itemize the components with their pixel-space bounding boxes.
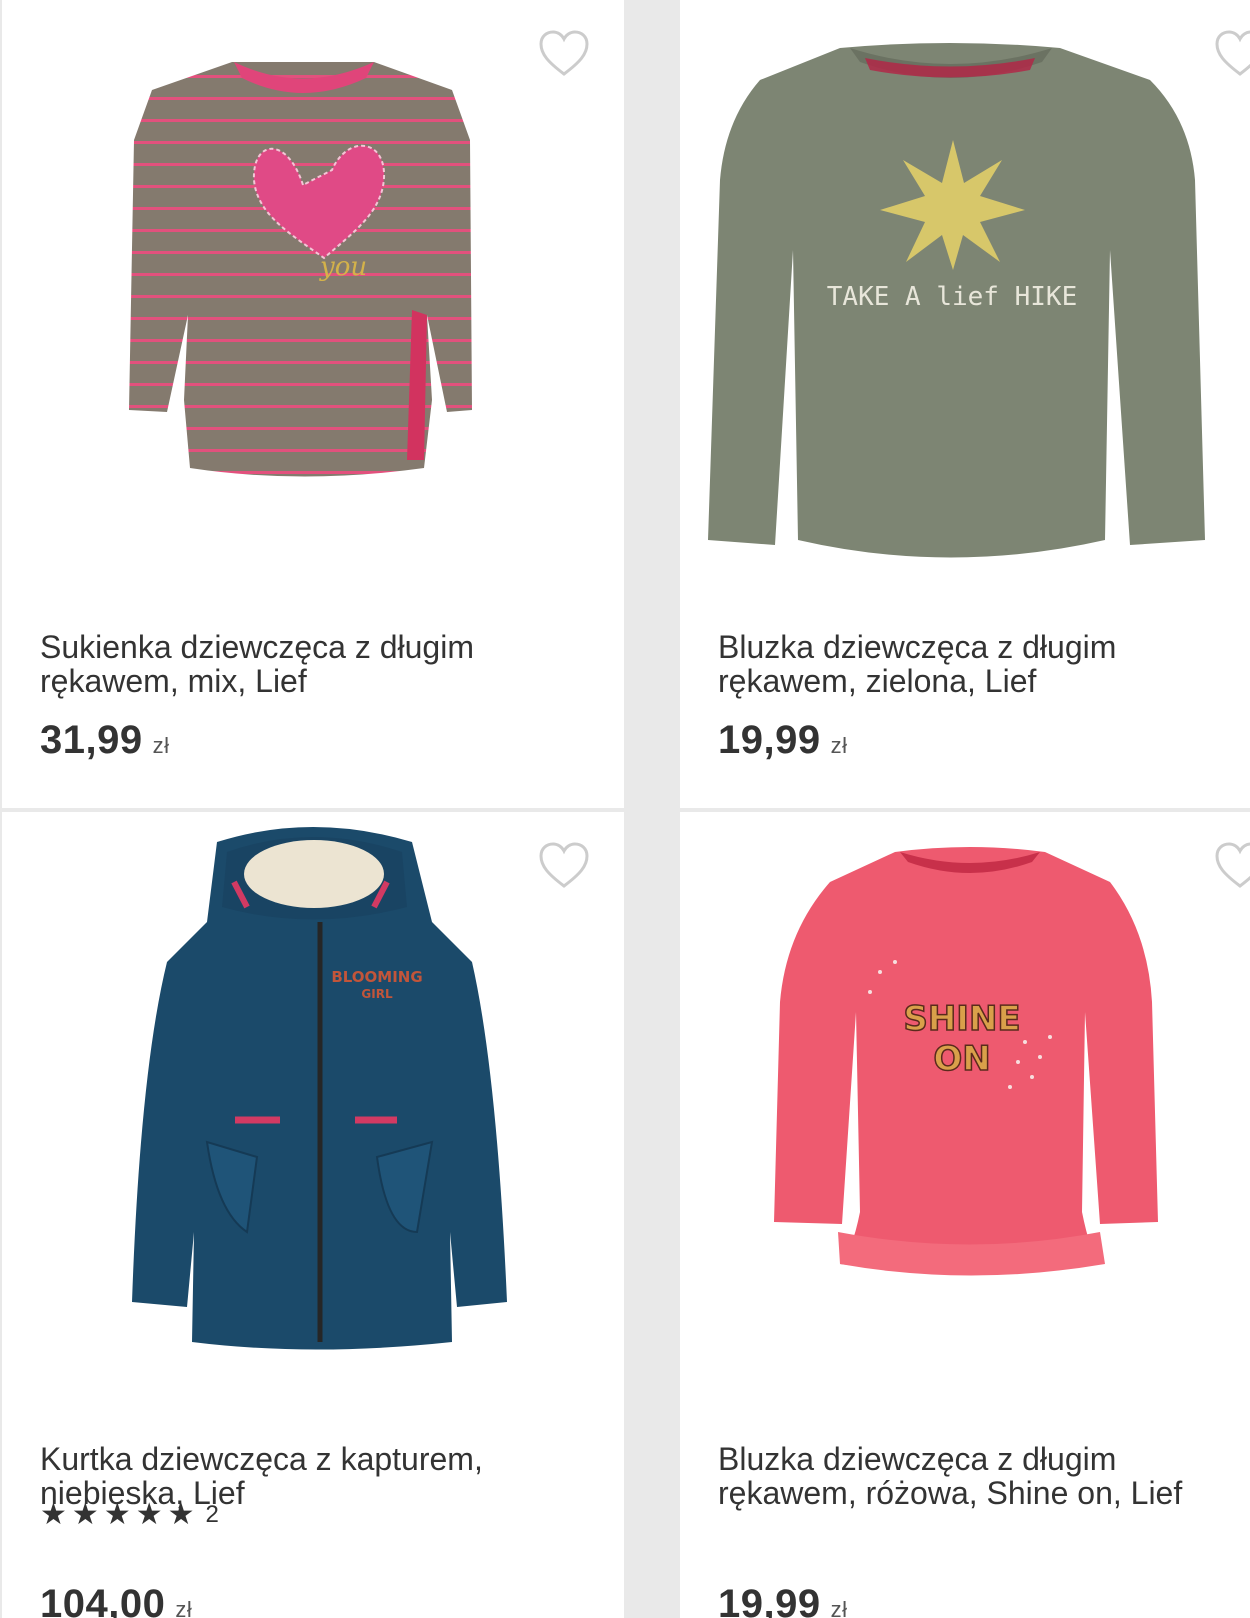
price-value: 19,99	[718, 718, 821, 762]
print-text-line-2: ON	[933, 1039, 990, 1079]
star-icon: ★	[40, 1498, 67, 1531]
star-icon: ★	[167, 1498, 195, 1531]
price-currency: zł	[830, 733, 848, 758]
product-card[interactable]: TAKE A lief HIKE Bluzka dziewczęca z dłu…	[680, 0, 1250, 808]
product-price: 104,00 zł	[40, 1582, 192, 1618]
print-text: TAKE A lief HIKE	[827, 282, 1077, 312]
price-value: 19,99	[718, 1582, 821, 1618]
wishlist-heart-icon[interactable]	[1214, 30, 1250, 78]
star-icon: ★	[135, 1498, 163, 1531]
rating-count: 2	[205, 1501, 219, 1528]
product-image-navy-jacket[interactable]: BLOOMING GIRL	[2, 812, 624, 1412]
product-grid: you Sukienka dziewczęca z długim rękawem…	[0, 0, 1250, 1618]
price-value: 31,99	[40, 718, 143, 762]
product-card[interactable]: BLOOMING GIRL Kurtka dziewczęca z kaptur…	[2, 812, 624, 1618]
star-icon: ★	[71, 1498, 99, 1531]
product-price: 19,99 zł	[718, 1582, 848, 1618]
product-card[interactable]: you Sukienka dziewczęca z długim rękawem…	[2, 0, 624, 808]
product-title[interactable]: Sukienka dziewczęca z długim rękawem, mi…	[40, 630, 580, 698]
product-image-striped-dress[interactable]: you	[2, 0, 624, 600]
price-currency: zł	[152, 733, 170, 758]
product-image-pink-blouse[interactable]: SHINE ON	[680, 812, 1250, 1412]
star-icon: ★	[103, 1498, 131, 1531]
price-currency: zł	[175, 1597, 193, 1618]
product-card[interactable]: SHINE ON Bluzka dziewczęca z długim ręka…	[680, 812, 1250, 1618]
svg-text:BLOOMING: BLOOMING	[331, 968, 422, 986]
product-title[interactable]: Bluzka dziewczęca z długim rękawem, ziel…	[718, 630, 1238, 698]
price-value: 104,00	[40, 1582, 166, 1618]
wishlist-heart-icon[interactable]	[538, 30, 590, 78]
price-currency: zł	[830, 1597, 848, 1618]
wishlist-heart-icon[interactable]	[1214, 842, 1250, 890]
rating[interactable]: ★ ★ ★ ★ ★ 2	[40, 1500, 219, 1530]
product-price: 31,99 zł	[40, 718, 170, 763]
product-price: 19,99 zł	[718, 718, 848, 763]
print-text-line-1: SHINE	[903, 999, 1020, 1039]
wishlist-heart-icon[interactable]	[538, 842, 590, 890]
svg-text:you: you	[319, 252, 367, 282]
product-image-green-blouse[interactable]: TAKE A lief HIKE	[680, 0, 1250, 600]
product-title[interactable]: Bluzka dziewczęca z długim rękawem, różo…	[718, 1442, 1238, 1510]
svg-text:GIRL: GIRL	[361, 987, 393, 1001]
